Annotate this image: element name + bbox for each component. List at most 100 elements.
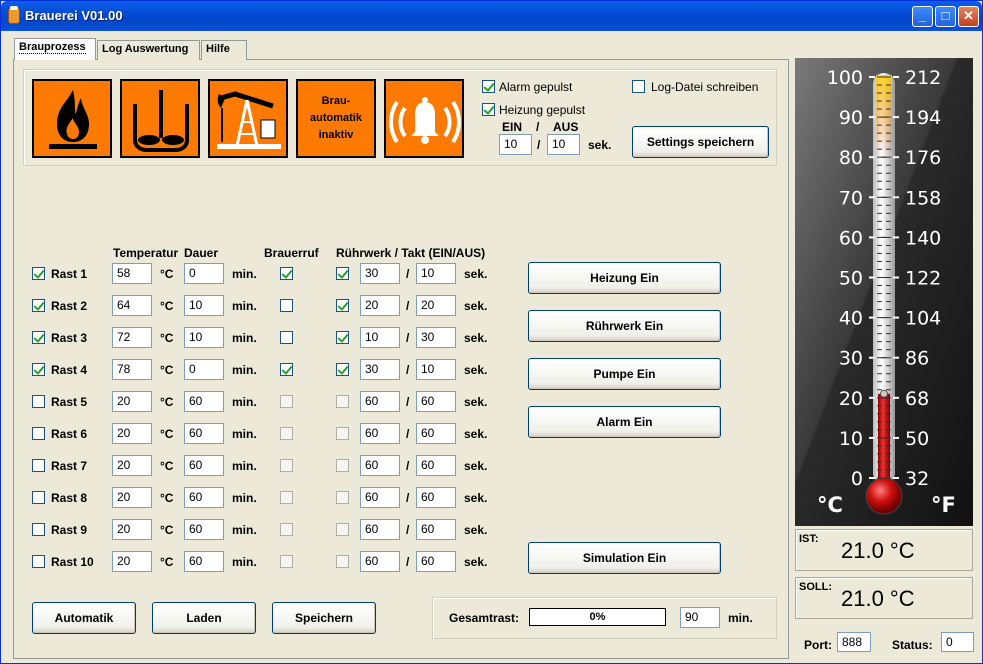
rast-temperature-input[interactable]: 72 <box>112 327 152 348</box>
rast-enable-checkbox[interactable] <box>32 267 45 280</box>
rast-ruehr-aus-input[interactable]: 10 <box>416 359 456 380</box>
simulation-ein-button[interactable]: Simulation Ein <box>528 542 721 574</box>
rast-ruehr-ein-input[interactable]: 60 <box>360 551 400 572</box>
sek-unit: sek. <box>464 555 488 569</box>
rast-dauer-input[interactable]: 60 <box>184 487 224 508</box>
alarm-ein-button[interactable]: Alarm Ein <box>528 406 721 438</box>
settings-speichern-button[interactable]: Settings speichern <box>632 126 769 158</box>
rast-ruehrwerk-checkbox[interactable] <box>336 491 349 504</box>
celsius-unit: °C <box>160 395 174 409</box>
rast-enable-checkbox[interactable] <box>32 331 45 344</box>
slash-separator: / <box>406 555 410 569</box>
rast-temperature-input[interactable]: 20 <box>112 391 152 412</box>
rast-brauerruf-checkbox[interactable] <box>280 395 293 408</box>
rast-ruehr-ein-input[interactable]: 60 <box>360 391 400 412</box>
rast-enable-checkbox[interactable] <box>32 395 45 408</box>
rast-dauer-input[interactable]: 0 <box>184 263 224 284</box>
tab-log-auswertung[interactable]: Log Auswertung <box>97 40 200 60</box>
rast-ruehr-aus-input[interactable]: 20 <box>416 295 456 316</box>
rast-ruehr-aus-input[interactable]: 30 <box>416 327 456 348</box>
rast-ruehr-aus-input[interactable]: 60 <box>416 423 456 444</box>
maximize-button[interactable]: □ <box>935 6 956 27</box>
rast-ruehr-aus-input[interactable]: 60 <box>416 519 456 540</box>
rast-brauerruf-checkbox[interactable] <box>280 523 293 536</box>
rast-enable-checkbox[interactable] <box>32 491 45 504</box>
rast-ruehr-ein-input[interactable]: 30 <box>360 359 400 380</box>
rast-temperature-input[interactable]: 78 <box>112 359 152 380</box>
rast-temperature-input[interactable]: 20 <box>112 519 152 540</box>
automatik-button[interactable]: Automatik <box>32 602 136 634</box>
rast-enable-checkbox[interactable] <box>32 459 45 472</box>
rast-ruehr-aus-input[interactable]: 60 <box>416 487 456 508</box>
rast-enable-checkbox[interactable] <box>32 363 45 376</box>
heizung-gepulst-checkbox[interactable] <box>482 103 495 116</box>
heizung-ein-button[interactable]: Heizung Ein <box>528 262 721 294</box>
rast-ruehr-ein-input[interactable]: 60 <box>360 519 400 540</box>
rast-brauerruf-checkbox[interactable] <box>280 491 293 504</box>
gesamtrast-minutes-field[interactable]: 90 <box>680 607 720 628</box>
rast-dauer-input[interactable]: 60 <box>184 455 224 476</box>
aus-input[interactable]: 10 <box>547 134 580 155</box>
rast-ruehr-ein-input[interactable]: 60 <box>360 455 400 476</box>
rast-dauer-input[interactable]: 60 <box>184 391 224 412</box>
port-field[interactable]: 888 <box>837 632 871 652</box>
rast-ruehrwerk-checkbox[interactable] <box>336 395 349 408</box>
rast-ruehr-ein-input[interactable]: 60 <box>360 487 400 508</box>
rast-ruehrwerk-checkbox[interactable] <box>336 331 349 344</box>
rast-temperature-input[interactable]: 20 <box>112 551 152 572</box>
minimize-button[interactable]: _ <box>912 6 933 27</box>
rast-ruehr-ein-input[interactable]: 10 <box>360 327 400 348</box>
rast-ruehrwerk-checkbox[interactable] <box>336 363 349 376</box>
rast-ruehrwerk-checkbox[interactable] <box>336 267 349 280</box>
rast-brauerruf-checkbox[interactable] <box>280 363 293 376</box>
rast-temperature-input[interactable]: 64 <box>112 295 152 316</box>
tab-hilfe[interactable]: Hilfe <box>201 40 247 60</box>
rast-dauer-input[interactable]: 60 <box>184 551 224 572</box>
header-brauerruf: Brauerruf <box>264 246 319 260</box>
speichern-button[interactable]: Speichern <box>272 602 376 634</box>
rast-temperature-input[interactable]: 20 <box>112 487 152 508</box>
rast-ruehr-ein-input[interactable]: 60 <box>360 423 400 444</box>
rast-brauerruf-checkbox[interactable] <box>280 459 293 472</box>
rast-brauerruf-checkbox[interactable] <box>280 267 293 280</box>
rast-ruehr-ein-input[interactable]: 20 <box>360 295 400 316</box>
title-bar[interactable]: Brauerei V01.00 _ □ ✕ <box>1 1 982 31</box>
rast-dauer-input[interactable]: 0 <box>184 359 224 380</box>
ruehrwerk-ein-button[interactable]: Rührwerk Ein <box>528 310 721 342</box>
rast-dauer-input[interactable]: 10 <box>184 327 224 348</box>
rast-ruehr-aus-input[interactable]: 10 <box>416 263 456 284</box>
rast-dauer-input[interactable]: 60 <box>184 423 224 444</box>
rast-ruehrwerk-checkbox[interactable] <box>336 427 349 440</box>
slash-separator: / <box>406 427 410 441</box>
rast-brauerruf-checkbox[interactable] <box>280 427 293 440</box>
rast-enable-checkbox[interactable] <box>32 299 45 312</box>
rast-ruehrwerk-checkbox[interactable] <box>336 523 349 536</box>
rast-ruehrwerk-checkbox[interactable] <box>336 459 349 472</box>
rast-temperature-input[interactable]: 20 <box>112 455 152 476</box>
pumpe-ein-button[interactable]: Pumpe Ein <box>528 358 721 390</box>
rast-dauer-input[interactable]: 10 <box>184 295 224 316</box>
ein-input[interactable]: 10 <box>499 134 532 155</box>
rast-enable-checkbox[interactable] <box>32 427 45 440</box>
log-datei-checkbox[interactable] <box>632 80 645 93</box>
tab-brauprozess[interactable]: Brauprozess <box>14 38 96 60</box>
rast-enable-checkbox[interactable] <box>32 523 45 536</box>
rast-ruehrwerk-checkbox[interactable] <box>336 555 349 568</box>
rast-brauerruf-checkbox[interactable] <box>280 331 293 344</box>
laden-button[interactable]: Laden <box>152 602 256 634</box>
rast-brauerruf-checkbox[interactable] <box>280 555 293 568</box>
rast-ruehr-aus-input[interactable]: 60 <box>416 551 456 572</box>
rast-temperature-input[interactable]: 58 <box>112 263 152 284</box>
rast-dauer-input[interactable]: 60 <box>184 519 224 540</box>
sek-unit: sek. <box>464 459 488 473</box>
rast-brauerruf-checkbox[interactable] <box>280 299 293 312</box>
alarm-gepulst-checkbox[interactable] <box>482 80 495 93</box>
rast-temperature-input[interactable]: 20 <box>112 423 152 444</box>
rast-enable-checkbox[interactable] <box>32 555 45 568</box>
rast-ruehrwerk-checkbox[interactable] <box>336 299 349 312</box>
rast-ruehr-ein-input[interactable]: 30 <box>360 263 400 284</box>
close-button[interactable]: ✕ <box>958 6 979 27</box>
rast-ruehr-aus-input[interactable]: 60 <box>416 391 456 412</box>
rast-ruehr-aus-input[interactable]: 60 <box>416 455 456 476</box>
status-field[interactable]: 0 <box>941 632 974 652</box>
